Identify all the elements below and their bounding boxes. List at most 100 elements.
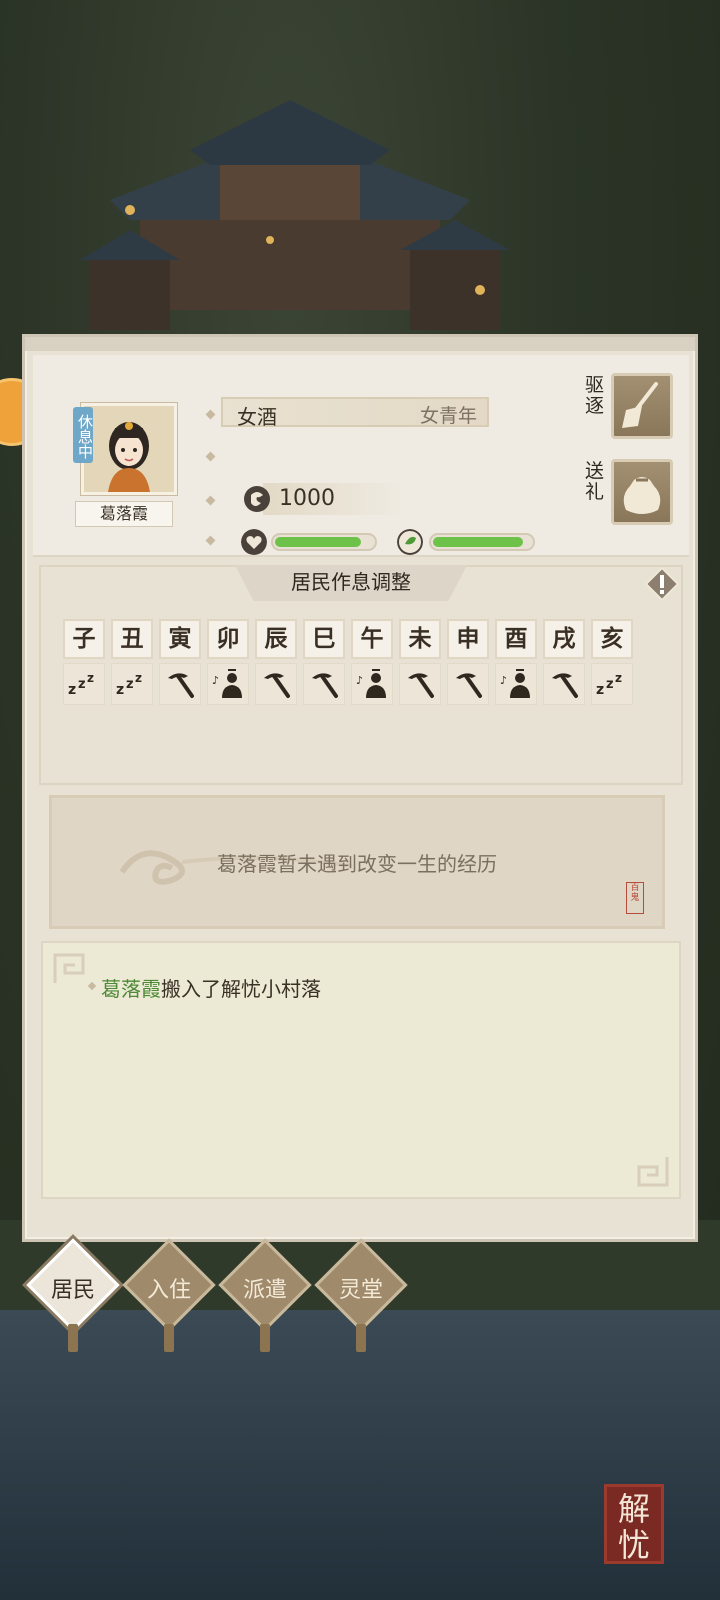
mood-bar-fill [433,537,523,547]
tab-label: 入住 [146,1278,191,1303]
mood-bar [429,533,535,551]
warning-icon[interactable] [645,567,679,601]
hour-slot[interactable]: 卯 ♪ [207,619,249,705]
schedule-panel: 居民作息调整 子 z z z 丑 z z z 寅卯 ♪ 辰巳午 ♪ 未申酉 ♪ 戌亥 z z z [39,565,683,785]
svg-text:z: z [116,682,124,698]
hour-slot[interactable]: 戌 [543,619,585,705]
game-logo-badge[interactable]: 解忧 [604,1484,664,1564]
gift-bag-icon [623,477,661,514]
resident-detail-panel: 休息中 葛落霞 女酒 女青年 1000 驱逐 送礼 居民作息调整 子 z z z… [22,334,698,1242]
hour-label: 子 [63,619,105,659]
hour-label: 丑 [111,619,153,659]
tassel-decoration [356,1324,366,1352]
hour-label: 申 [447,619,489,659]
bullet-icon [205,535,216,546]
svg-text:z: z [78,677,86,692]
broom-icon [622,382,658,428]
pickaxe-icon[interactable] [399,663,441,705]
resting-status-badge: 休息中 [73,407,94,463]
occupation-label: 女酒 [237,405,277,429]
log-entry-text: 搬入了解忧小村落 [161,977,321,1001]
tassel-decoration [68,1324,78,1352]
health-bar-fill [275,537,361,547]
hour-slot[interactable]: 丑zzz [111,619,153,705]
log-entry: 葛落霞搬入了解忧小村落 [101,973,321,1002]
portrait-avatar [84,406,174,492]
gift-label: 送礼 [585,460,605,503]
age-gender-label: 女青年 [419,405,477,427]
health-heart-icon [241,529,267,555]
bullet-icon [205,409,216,420]
bullet-icon [205,495,216,506]
pickaxe-icon[interactable] [159,663,201,705]
hour-slot[interactable]: 寅 [159,619,201,705]
sleep-zzz-icon[interactable]: zzz [63,663,105,705]
health-bar [271,533,377,551]
svg-text:♪: ♪ [212,674,219,687]
hour-slot[interactable]: 午 ♪ [351,619,393,705]
activity-log: 葛落霞搬入了解忧小村落 [41,941,681,1199]
fret-corner-decoration [53,953,85,983]
hour-label: 午 [351,619,393,659]
pickaxe-icon[interactable] [255,663,297,705]
resident-portrait[interactable] [81,403,177,495]
bullet-icon [87,981,97,991]
life-event-text: 葛落霞暂未遇到改变一生的经历 [217,852,497,876]
tab-dispatch[interactable]: 派遣 [218,1238,314,1356]
hour-label: 未 [399,619,441,659]
pickaxe-icon[interactable] [543,663,585,705]
gift-button[interactable] [611,459,673,525]
gift-action[interactable]: 送礼 [585,459,673,529]
occupation-plate: 女酒 女青年 [221,397,489,429]
expel-label: 驱逐 [585,374,605,417]
hour-label: 寅 [159,619,201,659]
village-building-illustration [80,100,510,330]
resident-name-label: 葛落霞 [75,501,173,527]
log-entry-name[interactable]: 葛落霞 [101,977,161,1001]
hour-slot[interactable]: 亥zzz [591,619,633,705]
svg-text:♪: ♪ [500,674,507,687]
hour-label: 辰 [255,619,297,659]
pickaxe-icon[interactable] [447,663,489,705]
leisure-music-icon[interactable]: ♪ [207,663,249,705]
coin-amount: 1000 [263,483,403,515]
hour-slot[interactable]: 辰 [255,619,297,705]
svg-text:z: z [596,682,604,698]
svg-text:z: z [68,682,76,698]
hour-label: 戌 [543,619,585,659]
tab-move-in[interactable]: 入住 [122,1238,218,1356]
mood-leaf-icon [397,529,423,555]
leisure-music-icon[interactable]: ♪ [351,663,393,705]
leisure-music-icon[interactable]: ♪ [495,663,537,705]
hour-label: 亥 [591,619,633,659]
tab-memorial-hall[interactable]: 灵堂 [314,1238,410,1356]
wealth-icon [244,486,270,512]
tassel-decoration [260,1324,270,1352]
svg-text:z: z [615,671,622,685]
pickaxe-icon[interactable] [303,663,345,705]
sleep-zzz-icon[interactable]: zzz [591,663,633,705]
svg-text:♪: ♪ [356,674,363,687]
expel-action[interactable]: 驱逐 [585,373,673,443]
hour-label: 巳 [303,619,345,659]
tab-residents[interactable]: 居民 [26,1238,122,1356]
hour-label: 酉 [495,619,537,659]
svg-text:z: z [606,677,614,692]
hour-slot[interactable]: 未 [399,619,441,705]
hour-slot[interactable]: 巳 [303,619,345,705]
svg-text:z: z [126,677,134,692]
tab-label: 派遣 [242,1278,287,1303]
expel-button[interactable] [611,373,673,439]
fret-corner-decoration [637,1157,669,1187]
hour-slot[interactable]: 酉 ♪ [495,619,537,705]
sleep-zzz-icon[interactable]: zzz [111,663,153,705]
svg-text:z: z [87,671,94,685]
tassel-decoration [164,1324,174,1352]
resident-profile: 休息中 葛落霞 女酒 女青年 1000 驱逐 送礼 [33,355,689,557]
hour-slot[interactable]: 子zzz [63,619,105,705]
svg-text:z: z [135,671,142,685]
bullet-icon [205,451,216,462]
panel-header-strip [25,337,695,351]
schedule-title: 居民作息调整 [235,565,467,601]
hour-slot[interactable]: 申 [447,619,489,705]
